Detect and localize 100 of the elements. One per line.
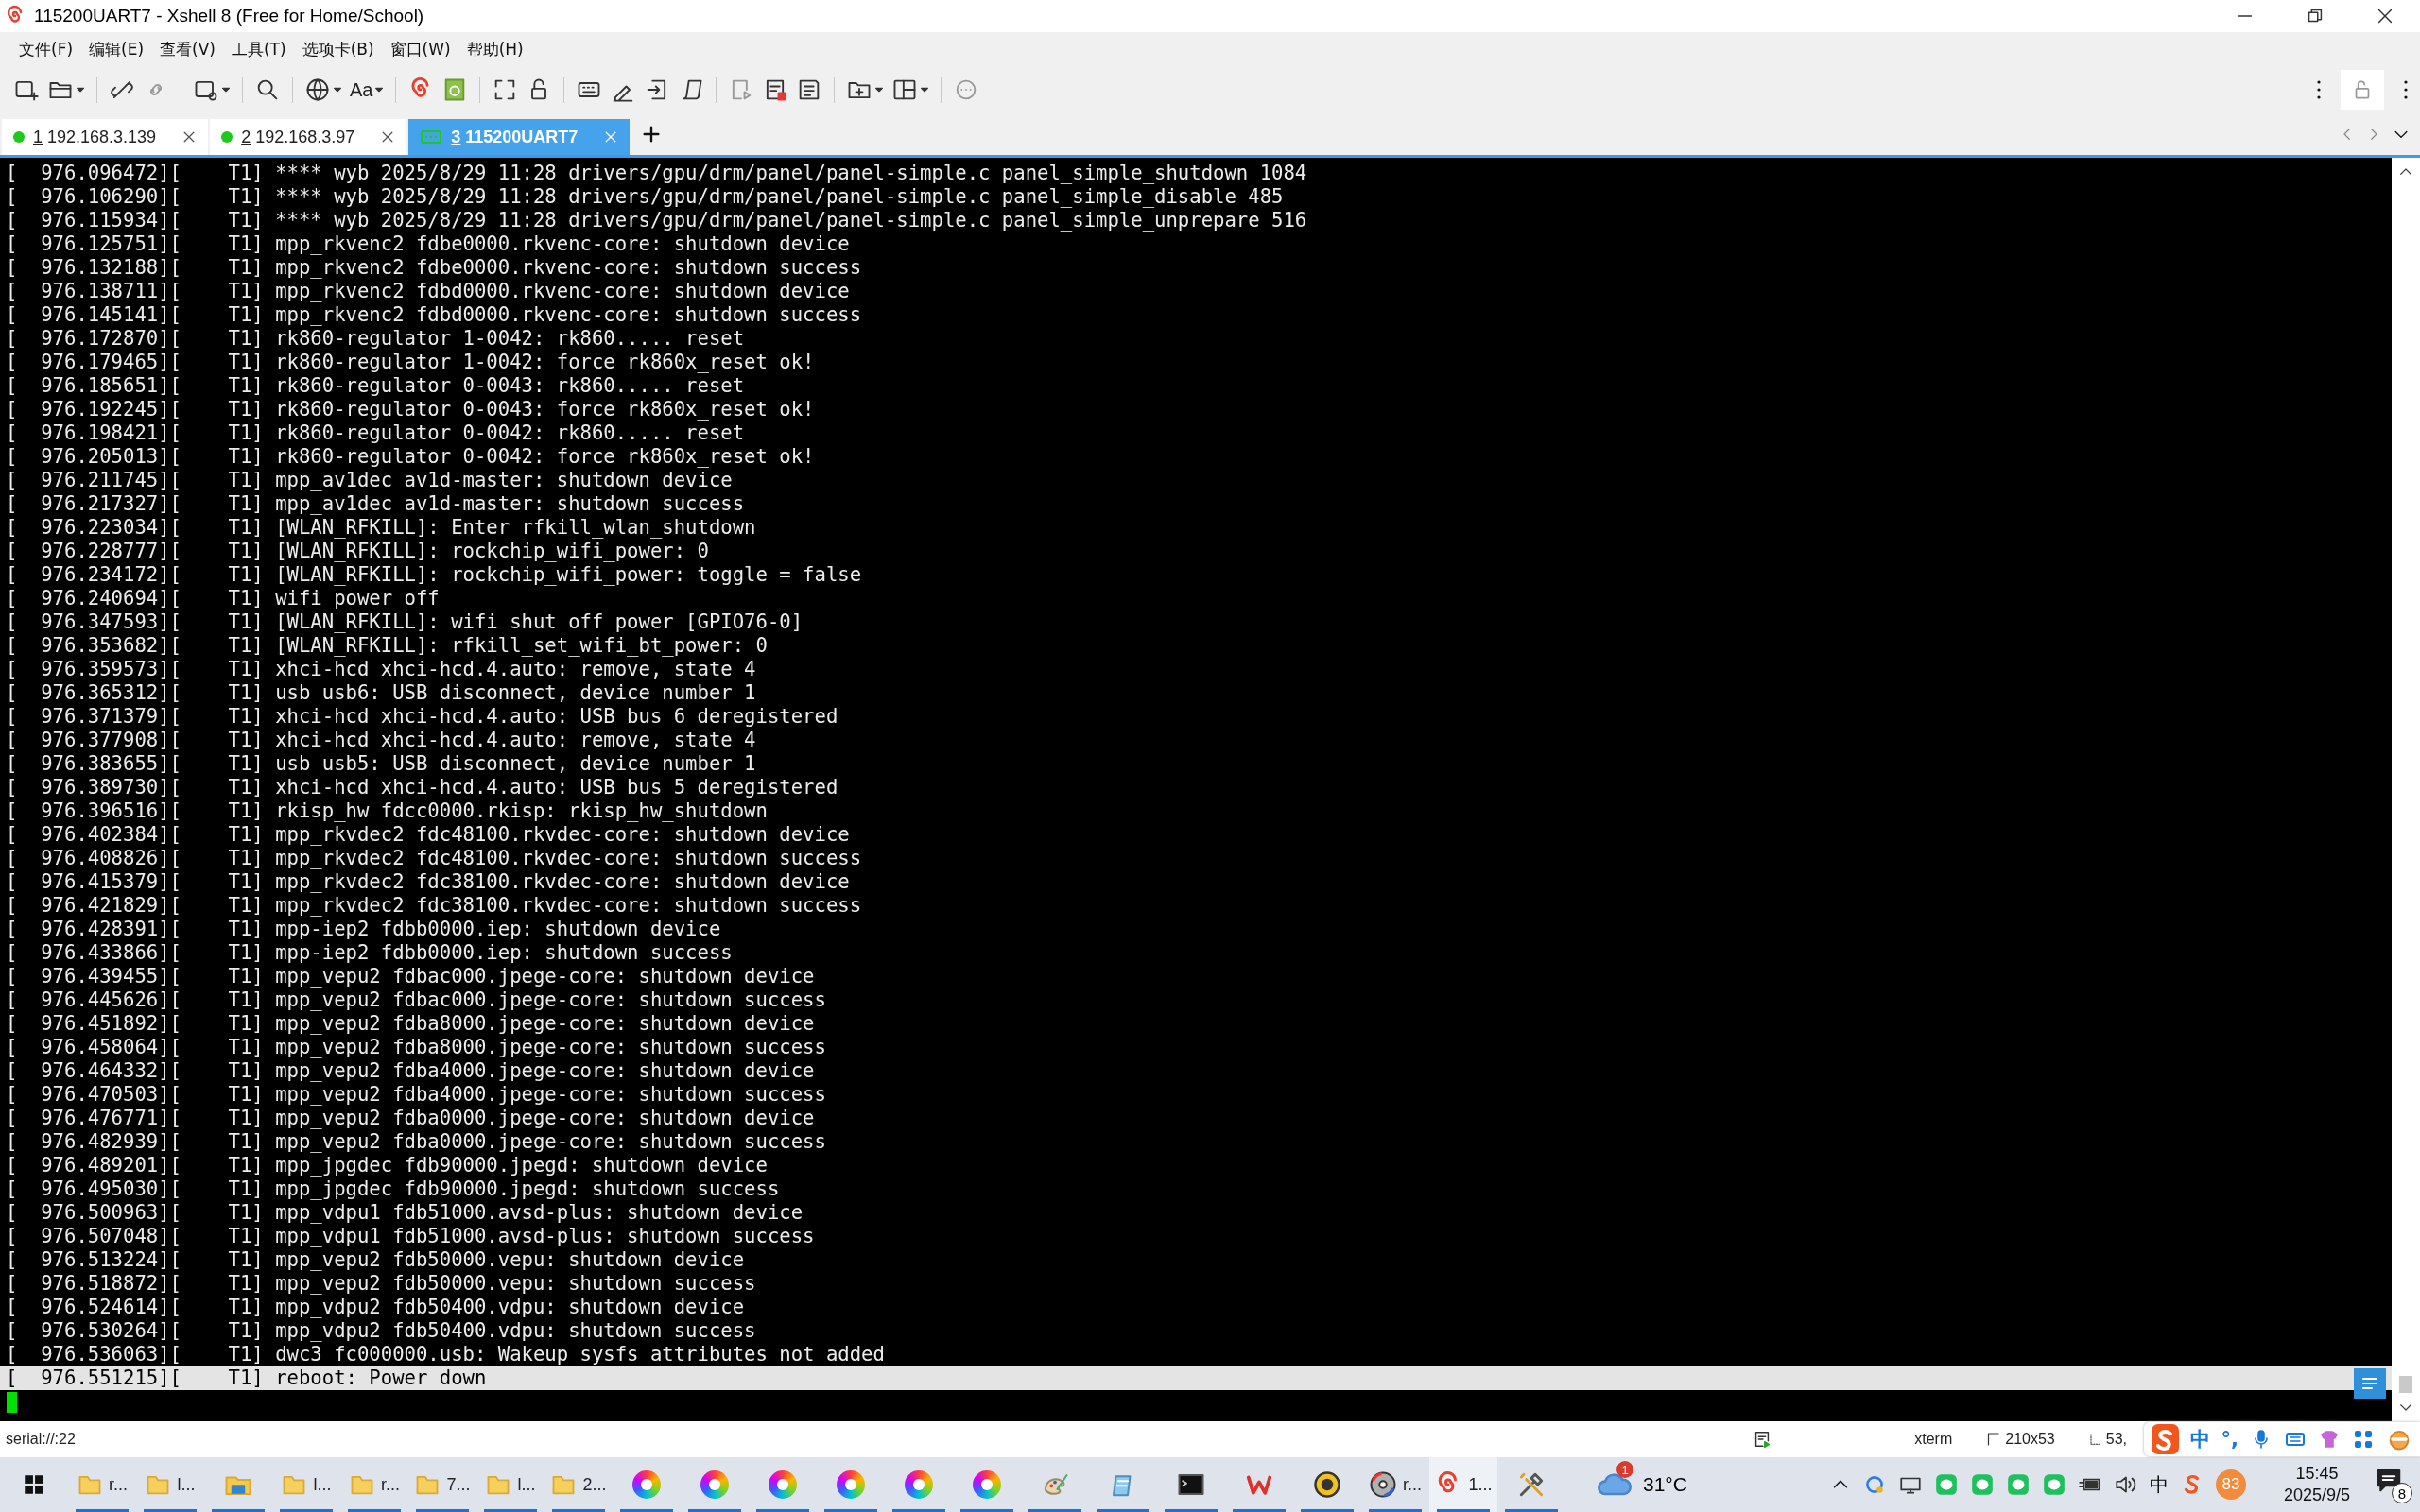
color-wheel-icon [769,1470,797,1499]
disc-icon [1369,1470,1397,1499]
terminal-line: [ 976.439455][ T1] mpp_vepu2 fdbac000.jpege-core: shutdown device [5,965,816,988]
terminal-line: [ 976.536063][ T1] dwc3 fc000000.usb: Wakeup sysfs attributes not added [5,1343,886,1366]
terminal-line: [ 976.096472][ T1] **** wyb 2025/8/29 11:28 drivers/gpu/drm/panel/panel-simple.c panel_simple_shutdown 1084 [5,162,1308,185]
terminal-line: [ 976.371379][ T1] xhci-hcd xhci-hcd.4.auto: USB bus 6 deregistered [5,705,839,729]
terminal-line: [ 976.402384][ T1] mpp_rkvdec2 fdc48100.rkvdec-core: shutdown device [5,823,851,847]
menu-item[interactable]: 工具(T) [231,38,286,60]
terminal-line: [ 976.445626][ T1] mpp_vepu2 fdbac000.jpege-core: shutdown success [5,988,827,1012]
menu-item[interactable]: 选项卡(B) [302,38,374,60]
terminal-line: [ 976.185651][ T1] rk860-regulator 0-0043: rk860..... reset [5,374,746,398]
terminal-line: [ 976.359573][ T1] xhci-hcd xhci-hcd.4.auto: remove, state 4 [5,658,757,681]
grid-icon[interactable] [2352,1428,2375,1451]
weather-button[interactable]: 1 31°C [1596,1457,1687,1512]
terminal-line: [ 976.228777][ T1] [WLAN_RFKILL]: rockchip_wifi_power: 0 [5,540,710,563]
caret-icon[interactable] [221,85,231,94]
terminal-line: [ 976.507048][ T1] mpp_vdpu1 fdb51000.avsd-plus: shutdown success [5,1225,816,1248]
terminal-line: [ 976.347593][ T1] [WLAN_RFKILL]: wifi shut off power [GPIO76-0] [5,610,804,634]
terminal-line: [ 976.198421][ T1] rk860-regulator 0-0042: rk860..... reset [5,421,746,445]
taskbar-button[interactable]: l... [476,1457,544,1512]
terminal-line: [ 976.524614][ T1] mpp_vdpu2 fdb50400.vdpu: shutdown device [5,1296,746,1319]
taskbar-button[interactable]: r... [68,1457,136,1512]
shirt-icon[interactable] [2318,1428,2341,1451]
terminal-line: [ 976.205013][ T1] rk860-regulator 0-0042: force rk860x_reset ok! [5,445,816,469]
terminal-line: [ 976.458064][ T1] mpp_vepu2 fdba8000.jpege-core: shutdown success [5,1036,827,1059]
color-wheel-icon [973,1470,1001,1499]
scrollbar-thumb[interactable] [2399,1376,2412,1393]
terminal-line: [ 976.240694][ T1] wifi power off [5,587,441,610]
clock[interactable]: 15:45 2025/9/5 [2283,1457,2350,1512]
alert-badge: 1 [1616,1461,1634,1478]
terminal-line: [ 976.192245][ T1] rk860-regulator 0-0043: force rk860x_reset ok! [5,398,816,421]
terminal-line: [ 976.179465][ T1] rk860-regulator 1-0042: force rk860x_reset ok! [5,351,816,374]
terminal-line: [ 976.470503][ T1] mpp_vepu2 fdba4000.jpege-core: shutdown success [5,1083,827,1107]
ime-logo[interactable] [2152,1424,2179,1454]
menu-item[interactable]: 查看(V) [160,38,216,60]
font-button[interactable]: Aa [350,78,373,101]
terminal-line: [ 976.433866][ T1] mpp-iep2 fdbb0000.iep: shutdown success [5,941,734,965]
caret-icon[interactable] [920,85,930,94]
menu-item[interactable]: 窗口(W) [389,38,451,60]
terminal-line: [ 976.365312][ T1] usb usb6: USB disconnect, device number 1 [5,681,757,705]
terminal-line: [ 976.106290][ T1] **** wyb 2025/8/29 11:28 drivers/gpu/drm/panel/panel-simple.c panel_simple_disable 485 [5,185,1285,209]
menu-item[interactable]: 帮助(H) [466,38,524,60]
terminal-line: [ 976.530264][ T1] mpp_vdpu2 fdb50400.vdpu: shutdown success [5,1319,757,1343]
punctuation-toggle[interactable]: °, [2221,1428,2238,1451]
session-tab[interactable]: 1 192.168.3.139 [2,119,209,155]
terminal-line: [ 976.172870][ T1] rk860-regulator 1-0042: rk860..... reset [5,327,746,351]
temperature: 31°C [1643,1473,1687,1496]
taskbar-button[interactable]: 7... [408,1457,476,1512]
caret-icon[interactable] [374,85,385,94]
input-mode[interactable]: 中 [2149,1471,2169,1498]
lock-button[interactable] [2341,70,2384,110]
ime-mode-toggle[interactable]: 中 [2189,1426,2210,1452]
terminal-line: [ 976.383655][ T1] usb usb5: USB disconnect, device number 1 [5,752,757,776]
taskbar-button[interactable]: 1... [1429,1457,1497,1512]
terminal-line: [ 976.415379][ T1] mpp_rkvdec2 fdc38100.rkvdec-core: shutdown device [5,870,851,894]
terminal-line: [ 976.145141][ T1] mpp_rkvenc2 fdbd0000.rkvenc-core: shutdown success [5,303,863,327]
notification-button[interactable]: 8 [2375,1466,2412,1503]
terminal-line: [ 976.389730][ T1] xhci-hcd xhci-hcd.4.auto: USB bus 5 deregistered [5,776,839,799]
terminal-line: [ 976.482939][ T1] mpp_vepu2 fdba0000.jpege-core: shutdown success [5,1130,827,1154]
globe-icon[interactable] [304,77,331,103]
terminal-type: xterm [1914,1431,1953,1448]
color-wheel-icon [905,1470,933,1499]
color-wheel-icon [700,1470,729,1499]
session-tab[interactable]: 2 192.168.3.97 [210,119,407,155]
windows-logo-icon [22,1472,46,1497]
connection-address: serial://:22 [6,1431,76,1448]
terminal-line: [ 976.125751][ T1] mpp_rkvenc2 fdbe0000.rkvenc-core: shutdown device [5,232,851,256]
scrollbar[interactable] [2392,158,2420,1421]
count-badge: 8 [2392,1483,2412,1503]
caret-icon[interactable] [333,85,342,94]
terminal-line: [ 976.132188][ T1] mpp_rkvenc2 fdbe0000.rkvenc-core: shutdown success [5,256,863,280]
terminal-line: [ 976.495030][ T1] mpp_jpgdec fdb90000.jpegd: shutdown success [5,1177,781,1201]
color-wheel-icon [632,1470,661,1499]
terminal-line: [ 976.513224][ T1] mpp_vepu2 fdb50000.vepu: shutdown device [5,1248,746,1272]
terminal-line: [ 976.211745][ T1] mpp_av1dec av1d-master: shutdown device [5,469,734,492]
terminal-line: [ 976.518872][ T1] mpp_vepu2 fdb50000.vepu: shutdown success [5,1272,757,1296]
terminal-line: [ 976.377908][ T1] xhci-hcd xhci-hcd.4.auto: remove, state 4 [5,729,757,752]
terminal-size: 210x53 [2005,1431,2055,1448]
more-icon[interactable] [2316,78,2322,101]
window-title: 115200UART7 - Xshell 8 (Free for Home/School) [34,6,424,26]
terminal-line: [ 976.408826][ T1] mpp_rkvdec2 fdc48100.rkvdec-core: shutdown success [5,847,863,870]
terminal-line: [ 976.217327][ T1] mpp_av1dec av1d-master: shutdown success [5,492,746,516]
text-cursor [7,1392,17,1413]
terminal-line: [ 976.234172][ T1] [WLAN_RFKILL]: rockchip_wifi_power: toggle = false [5,563,863,587]
taskbar-button[interactable]: l... [136,1457,204,1512]
color-wheel-icon [837,1470,865,1499]
terminal-line: [ 976.500963][ T1] mpp_vdpu1 fdb51000.avsd-plus: shutdown device [5,1201,804,1225]
taskbar-button[interactable]: 2... [544,1457,613,1512]
more-icon[interactable] [2403,78,2409,101]
taskbar-button[interactable]: r... [1361,1457,1429,1512]
cursor-position: 53, [2105,1431,2127,1448]
taskbar-button[interactable]: l... [272,1457,340,1512]
taskbar-button[interactable]: r... [340,1457,408,1512]
menu-item[interactable]: 编辑(E) [89,38,145,60]
compose-button[interactable] [2354,1368,2386,1399]
menu-item[interactable]: 文件(F) [19,38,74,60]
terminal-line: [ 976.421829][ T1] mpp_rkvdec2 fdc38100.rkvdec-core: shutdown success [5,894,863,918]
caret-icon[interactable] [76,85,85,94]
terminal-line: [ 976.451892][ T1] mpp_vepu2 fdba8000.jpege-core: shutdown device [5,1012,816,1036]
caret-icon[interactable] [874,85,885,94]
